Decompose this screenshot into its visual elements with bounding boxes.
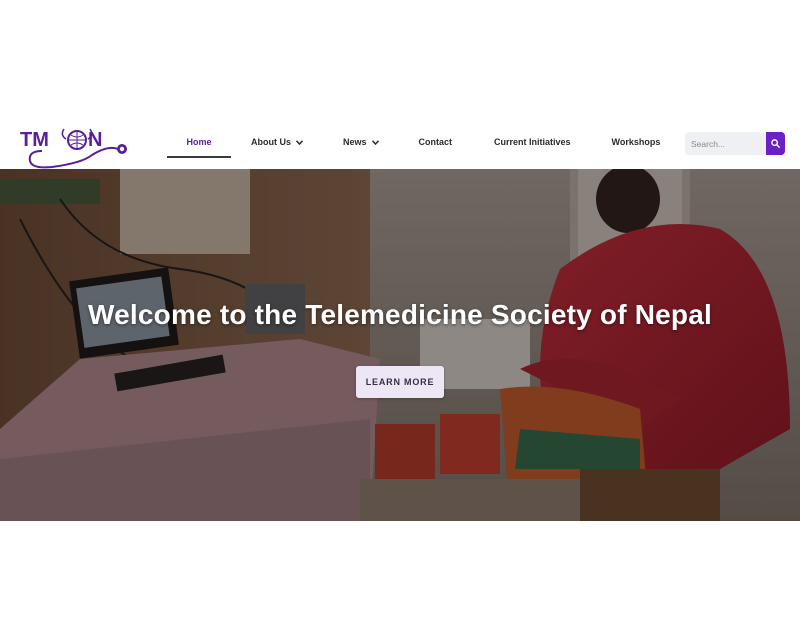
nav-item-label: About Us <box>251 137 291 147</box>
main-nav: Home About Us News Contact Current Initi… <box>167 115 660 169</box>
nav-item-label: Contact <box>418 137 453 147</box>
site-logo[interactable]: TM N <box>18 121 136 169</box>
nav-item-label: Current Initiatives <box>494 137 571 147</box>
site-header: TM N Home About Us News Contact Current … <box>0 115 800 169</box>
nav-item-label: Workshops <box>611 137 661 147</box>
nav-item-workshops[interactable]: Workshops <box>612 115 661 169</box>
chevron-down-icon <box>371 139 379 145</box>
nav-item-current-initiatives[interactable]: Current Initiatives <box>494 115 571 169</box>
search-form <box>685 132 785 155</box>
search-button[interactable] <box>766 132 785 155</box>
nav-item-label: News <box>343 137 367 147</box>
page: TM N Home About Us News Contact Current … <box>0 0 800 640</box>
chevron-down-icon <box>296 139 303 145</box>
logo-text: TM <box>20 129 49 151</box>
hero-title: Welcome to the Telemedicine Society of N… <box>88 299 712 330</box>
nav-item-contact[interactable]: Contact <box>419 115 453 169</box>
search-icon <box>771 139 780 148</box>
search-input[interactable] <box>685 132 766 155</box>
nav-item-home[interactable]: Home <box>167 115 231 169</box>
svg-text:N: N <box>88 129 102 151</box>
logo-icon: TM N <box>20 128 127 169</box>
learn-more-button[interactable]: LEARN MORE <box>356 366 444 398</box>
nav-item-about-us[interactable]: About Us <box>251 115 303 169</box>
active-underline <box>167 156 231 158</box>
hero-section: Welcome to the Telemedicine Society of N… <box>0 169 800 521</box>
nav-item-label: Home <box>186 137 212 147</box>
hero-overlay <box>0 169 800 521</box>
nav-item-news[interactable]: News <box>343 115 379 169</box>
